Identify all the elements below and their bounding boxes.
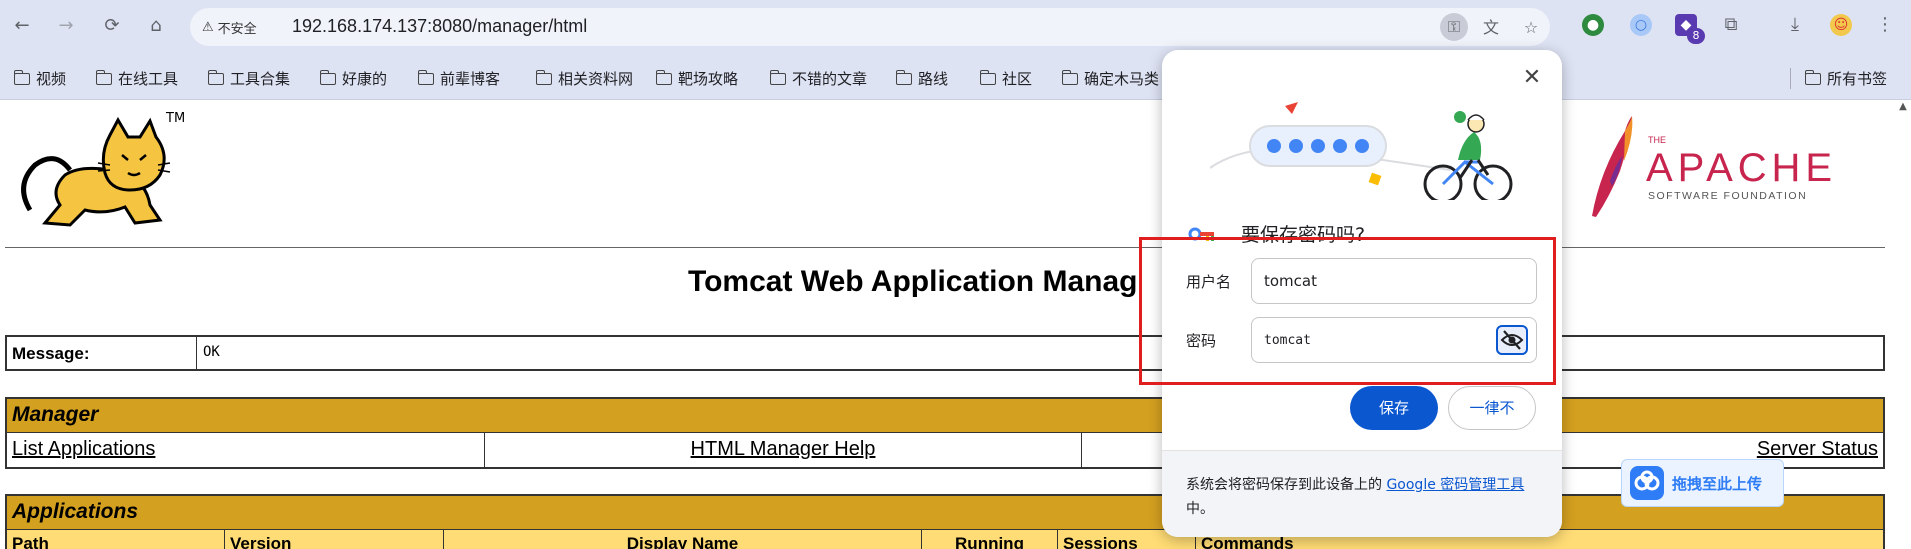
save-button[interactable]: 保存 <box>1350 386 1438 430</box>
password-illustration-icon <box>1210 102 1513 200</box>
dialog-footer: 系统会将密码保存到此设备上的 Google 密码管理工具中。 <box>1162 450 1562 537</box>
applications-section: Applications Path Version Display Name R… <box>5 494 1885 549</box>
warning-triangle-icon: ⚠ <box>202 20 214 35</box>
bookmark-item[interactable]: 不错的文章 <box>769 68 867 89</box>
manager-heading: Manager <box>7 399 1883 433</box>
manager-section: Manager List Applications HTML Manager H… <box>5 397 1885 469</box>
column-header: Version <box>225 530 444 549</box>
menu-dots-icon[interactable]: ⋮ <box>1874 14 1896 36</box>
trademark-mark: TM <box>166 111 186 126</box>
bookmark-item[interactable]: 工具合集 <box>207 68 290 89</box>
scrollbar-up-icon[interactable]: ▲ <box>1895 101 1911 121</box>
bookmarks-bar: 视频 在线工具 工具合集 好康的 前辈博客 相关资料网 靶场攻略 不错的文章 路… <box>0 55 1911 100</box>
apache-name-text: APACHE <box>1646 146 1832 190</box>
forward-arrow-icon[interactable]: → <box>54 14 78 38</box>
security-label: 不安全 <box>217 22 257 37</box>
bookmark-item[interactable]: 前辈博客 <box>417 68 500 89</box>
apache-subtitle-text: SOFTWARE FOUNDATION <box>1648 190 1807 202</box>
bookmark-item[interactable]: 好康的 <box>319 68 387 89</box>
bookmark-item[interactable]: 靶场攻略 <box>655 68 738 89</box>
translate-icon[interactable]: 文 <box>1480 17 1502 39</box>
folder-icon <box>207 69 224 85</box>
message-label: Message: <box>7 337 197 369</box>
applications-header-row: Path Version Display Name Running Sessio… <box>7 530 1883 549</box>
apache-logo-icon: THE APACHE SOFTWARE FOUNDATION <box>1592 116 1832 217</box>
password-key-icon[interactable]: ⚿ <box>1440 13 1468 41</box>
page-title: Tomcat Web Application Manag <box>688 265 1138 298</box>
folder-icon <box>535 69 552 85</box>
bookmark-item[interactable]: 路线 <box>895 68 948 89</box>
tomcat-logo-icon <box>21 116 171 227</box>
all-bookmarks[interactable]: 所有书签 <box>1790 68 1887 89</box>
extension-green-icon[interactable]: ● <box>1582 14 1604 36</box>
extension-badge: 8 <box>1687 28 1705 44</box>
folder-icon <box>417 69 434 85</box>
apache-the-text: THE <box>1648 135 1666 145</box>
download-icon[interactable]: ⤓ <box>1784 14 1806 36</box>
message-table: Message: OK <box>5 335 1885 371</box>
folder-icon <box>979 69 996 85</box>
message-value: OK <box>203 344 220 360</box>
header-divider <box>5 247 1885 248</box>
baidu-upload-badge[interactable]: 拖拽至此上传 <box>1621 459 1784 507</box>
url-text[interactable]: 192.168.174.137:8080/manager/html <box>292 16 587 37</box>
extensions-puzzle-icon[interactable]: ⧉ <box>1720 14 1742 36</box>
upload-label: 拖拽至此上传 <box>1672 474 1763 493</box>
folder-icon <box>769 69 786 85</box>
profile-avatar[interactable]: ☺ <box>1830 14 1852 36</box>
folder-icon <box>319 69 336 85</box>
bookmark-star-icon[interactable]: ☆ <box>1520 17 1542 39</box>
footer-suffix: 中。 <box>1186 501 1214 517</box>
column-header: Running <box>922 530 1058 549</box>
footer-text: 系统会将密码保存到此设备上的 <box>1186 477 1387 493</box>
password-manager-link[interactable]: Google 密码管理工具 <box>1386 477 1524 493</box>
address-bar[interactable]: ⚠ 不安全 192.168.174.137:8080/manager/html … <box>190 8 1550 46</box>
security-warning[interactable]: ⚠ 不安全 <box>202 18 257 37</box>
home-icon[interactable]: ⌂ <box>144 14 168 38</box>
folder-icon <box>95 69 112 85</box>
folder-icon <box>895 69 912 85</box>
list-applications-link[interactable]: List Applications <box>7 433 485 467</box>
bookmark-item[interactable]: 社区 <box>979 68 1032 89</box>
cloud-upload-icon <box>1630 466 1664 500</box>
manager-links-row: List Applications HTML Manager Help Serv… <box>7 433 1883 467</box>
extension-circle-icon[interactable]: ○ <box>1630 14 1652 36</box>
column-header: Path <box>7 530 225 549</box>
bookmark-item[interactable]: 确定木马类 <box>1061 68 1159 89</box>
bookmark-item[interactable]: 视频 <box>13 68 66 89</box>
never-button[interactable]: 一律不 <box>1448 386 1536 430</box>
applications-heading: Applications <box>7 496 1883 530</box>
bookmark-item[interactable]: 在线工具 <box>95 68 178 89</box>
folder-icon <box>655 69 672 85</box>
credentials-highlight-box <box>1139 237 1556 385</box>
folder-icon <box>13 69 30 85</box>
folder-icon <box>1804 69 1821 85</box>
reload-icon[interactable]: ⟳ <box>100 14 124 38</box>
bookmark-item[interactable]: 相关资料网 <box>535 68 633 89</box>
folder-icon <box>1061 69 1078 85</box>
back-arrow-icon[interactable]: ← <box>10 14 34 38</box>
close-icon[interactable]: ✕ <box>1520 66 1544 90</box>
column-header: Display Name <box>444 530 922 549</box>
html-manager-help-link[interactable]: HTML Manager Help <box>485 433 1082 467</box>
browser-toolbar: ← → ⟳ ⌂ ⚠ 不安全 192.168.174.137:8080/manag… <box>0 0 1911 55</box>
